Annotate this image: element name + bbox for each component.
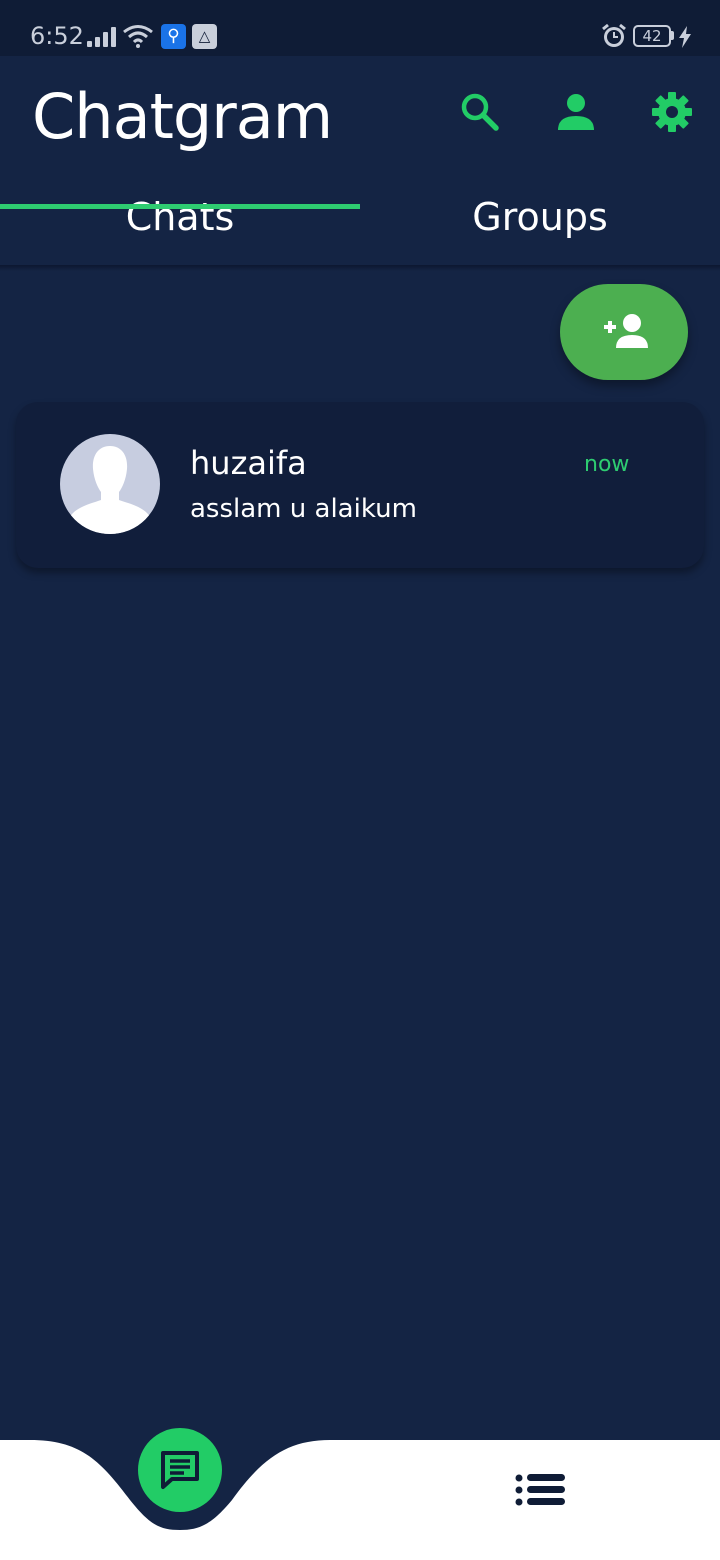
tab-groups[interactable]: Groups — [360, 184, 720, 266]
tab-bar: Chats Groups — [0, 184, 720, 266]
search-icon[interactable] — [458, 90, 502, 134]
list-icon[interactable] — [510, 1470, 570, 1510]
profile-icon[interactable] — [554, 90, 598, 134]
battery-nub — [671, 31, 674, 40]
status-time: 6:52 — [30, 22, 84, 50]
add-contact-button[interactable] — [560, 284, 688, 380]
chat-name: huzaifa — [190, 444, 307, 482]
add-person-icon — [604, 314, 648, 348]
tab-indicator — [0, 204, 360, 209]
signal-icon — [87, 27, 117, 47]
default-avatar-icon — [68, 446, 152, 534]
chats-nav-button[interactable] — [138, 1428, 222, 1512]
status-bar: 6:52 ⚲ △ 42 — [0, 0, 720, 56]
app-title: Chatgram — [32, 80, 333, 153]
chat-icon — [161, 1451, 199, 1489]
battery-icon: 42 — [633, 25, 671, 47]
app-bar: Chatgram Chats Groups — [0, 56, 720, 266]
bottom-nav-background — [0, 1440, 720, 1560]
tab-chats[interactable]: Chats — [0, 184, 360, 266]
alarm-icon — [602, 23, 626, 47]
usb-icon: ⚲ — [161, 24, 186, 49]
app-bar-shadow — [0, 265, 720, 271]
screen: 6:52 ⚲ △ 42 Chatgram Chats Groups huzaif… — [0, 0, 720, 1560]
bottom-nav — [0, 1400, 720, 1560]
chat-last-message: asslam u alaikum — [190, 494, 417, 524]
drive-icon: △ — [192, 24, 217, 49]
chat-time: now — [584, 452, 630, 477]
chat-list-item[interactable]: huzaifa asslam u alaikum now — [16, 402, 704, 568]
avatar — [60, 434, 160, 534]
settings-icon[interactable] — [650, 90, 694, 134]
charging-icon — [679, 26, 691, 48]
wifi-icon — [123, 25, 153, 48]
